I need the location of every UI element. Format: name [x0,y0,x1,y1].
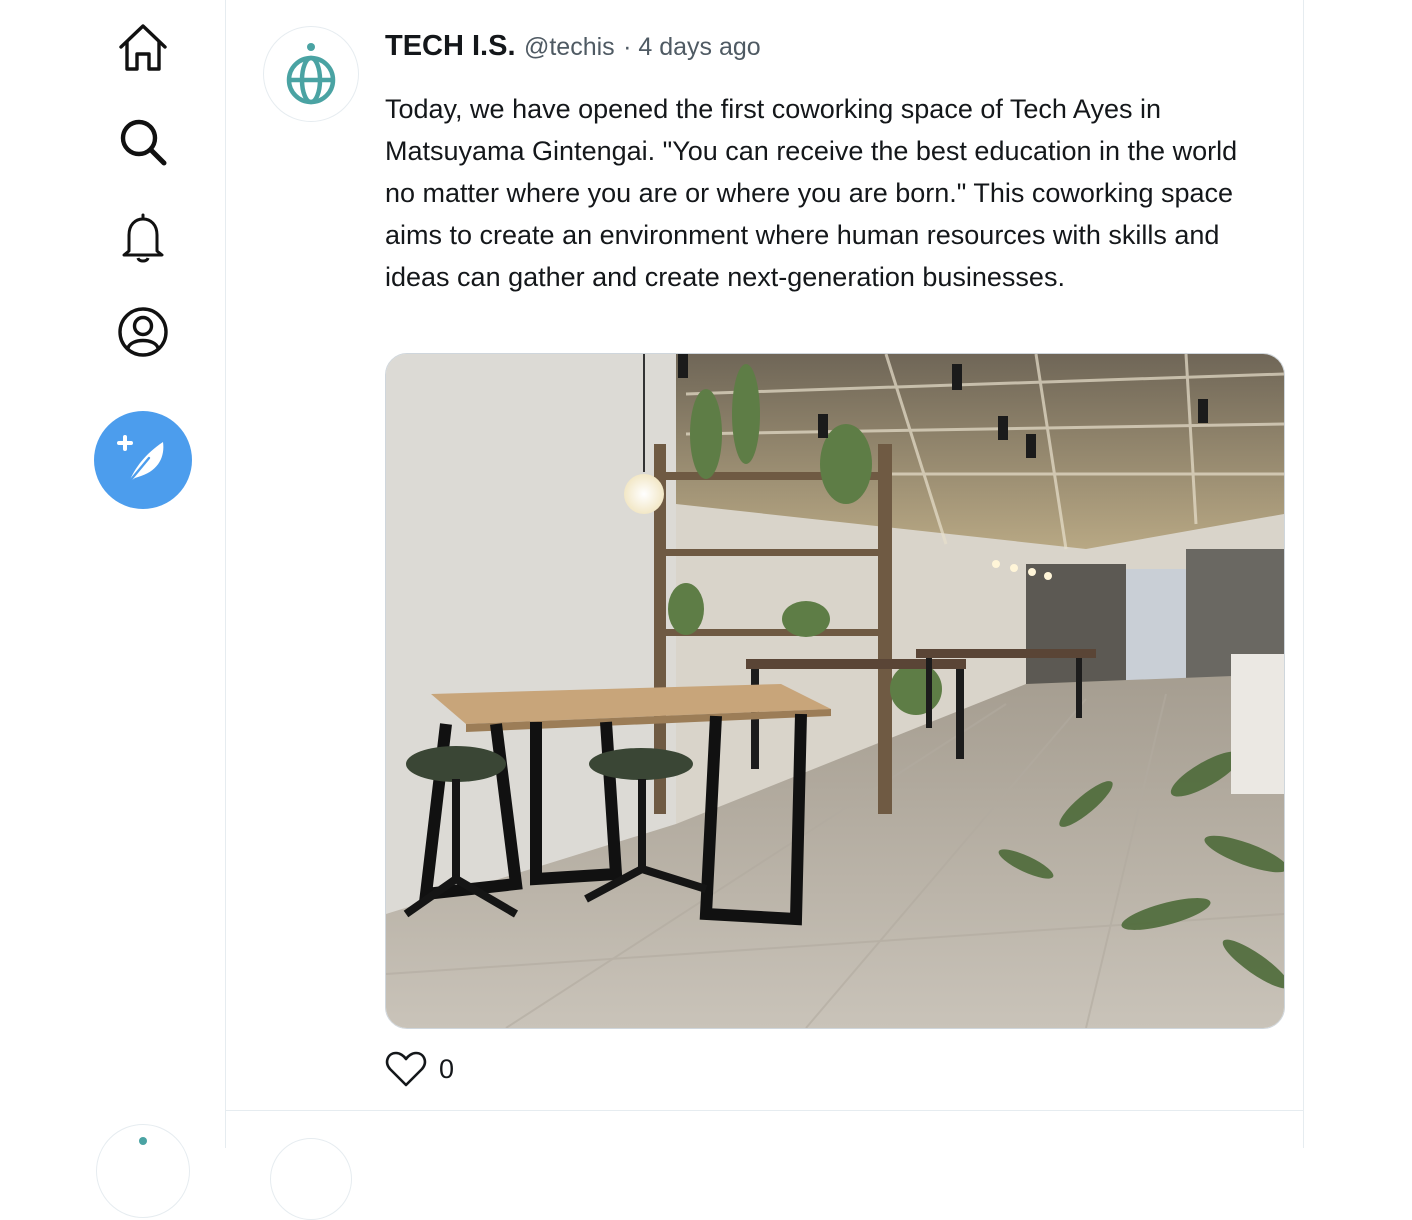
author-handle[interactable]: @techis [524,33,615,61]
sidebar-nav [0,0,226,1218]
like-action[interactable]: 0 [385,1050,454,1088]
post-card[interactable]: TECH I.S. @techis · 4 days ago Today, we… [226,0,1303,1111]
post-text: Today, we have opened the first coworkin… [385,94,1238,292]
nav-home[interactable] [113,17,173,77]
user-icon [118,307,168,357]
nav-search[interactable] [113,112,173,172]
next-post-avatar[interactable] [270,1138,352,1220]
home-icon [119,24,167,71]
nav-notifications[interactable] [113,207,173,267]
author-avatar[interactable] [263,26,359,122]
post-image[interactable] [385,353,1285,1029]
bell-icon [122,213,164,263]
account-avatar[interactable] [96,1124,190,1218]
feed: TECH I.S. @techis · 4 days ago Today, we… [225,0,1304,1220]
post-header: TECH I.S. @techis · 4 days ago [385,30,761,63]
post-timestamp: · 4 days ago [623,33,761,61]
search-icon [120,119,167,166]
compose-button[interactable] [94,411,192,509]
nav-profile[interactable] [113,302,173,362]
author-name[interactable]: TECH I.S. [385,30,516,62]
like-count: 0 [439,1053,455,1084]
avatar-logo-dot [139,1137,147,1145]
feather-plus-icon [117,435,164,484]
heart-icon[interactable] [385,1050,427,1088]
coworking-space-photo [386,354,1284,1028]
globe-logo-icon [286,43,336,105]
